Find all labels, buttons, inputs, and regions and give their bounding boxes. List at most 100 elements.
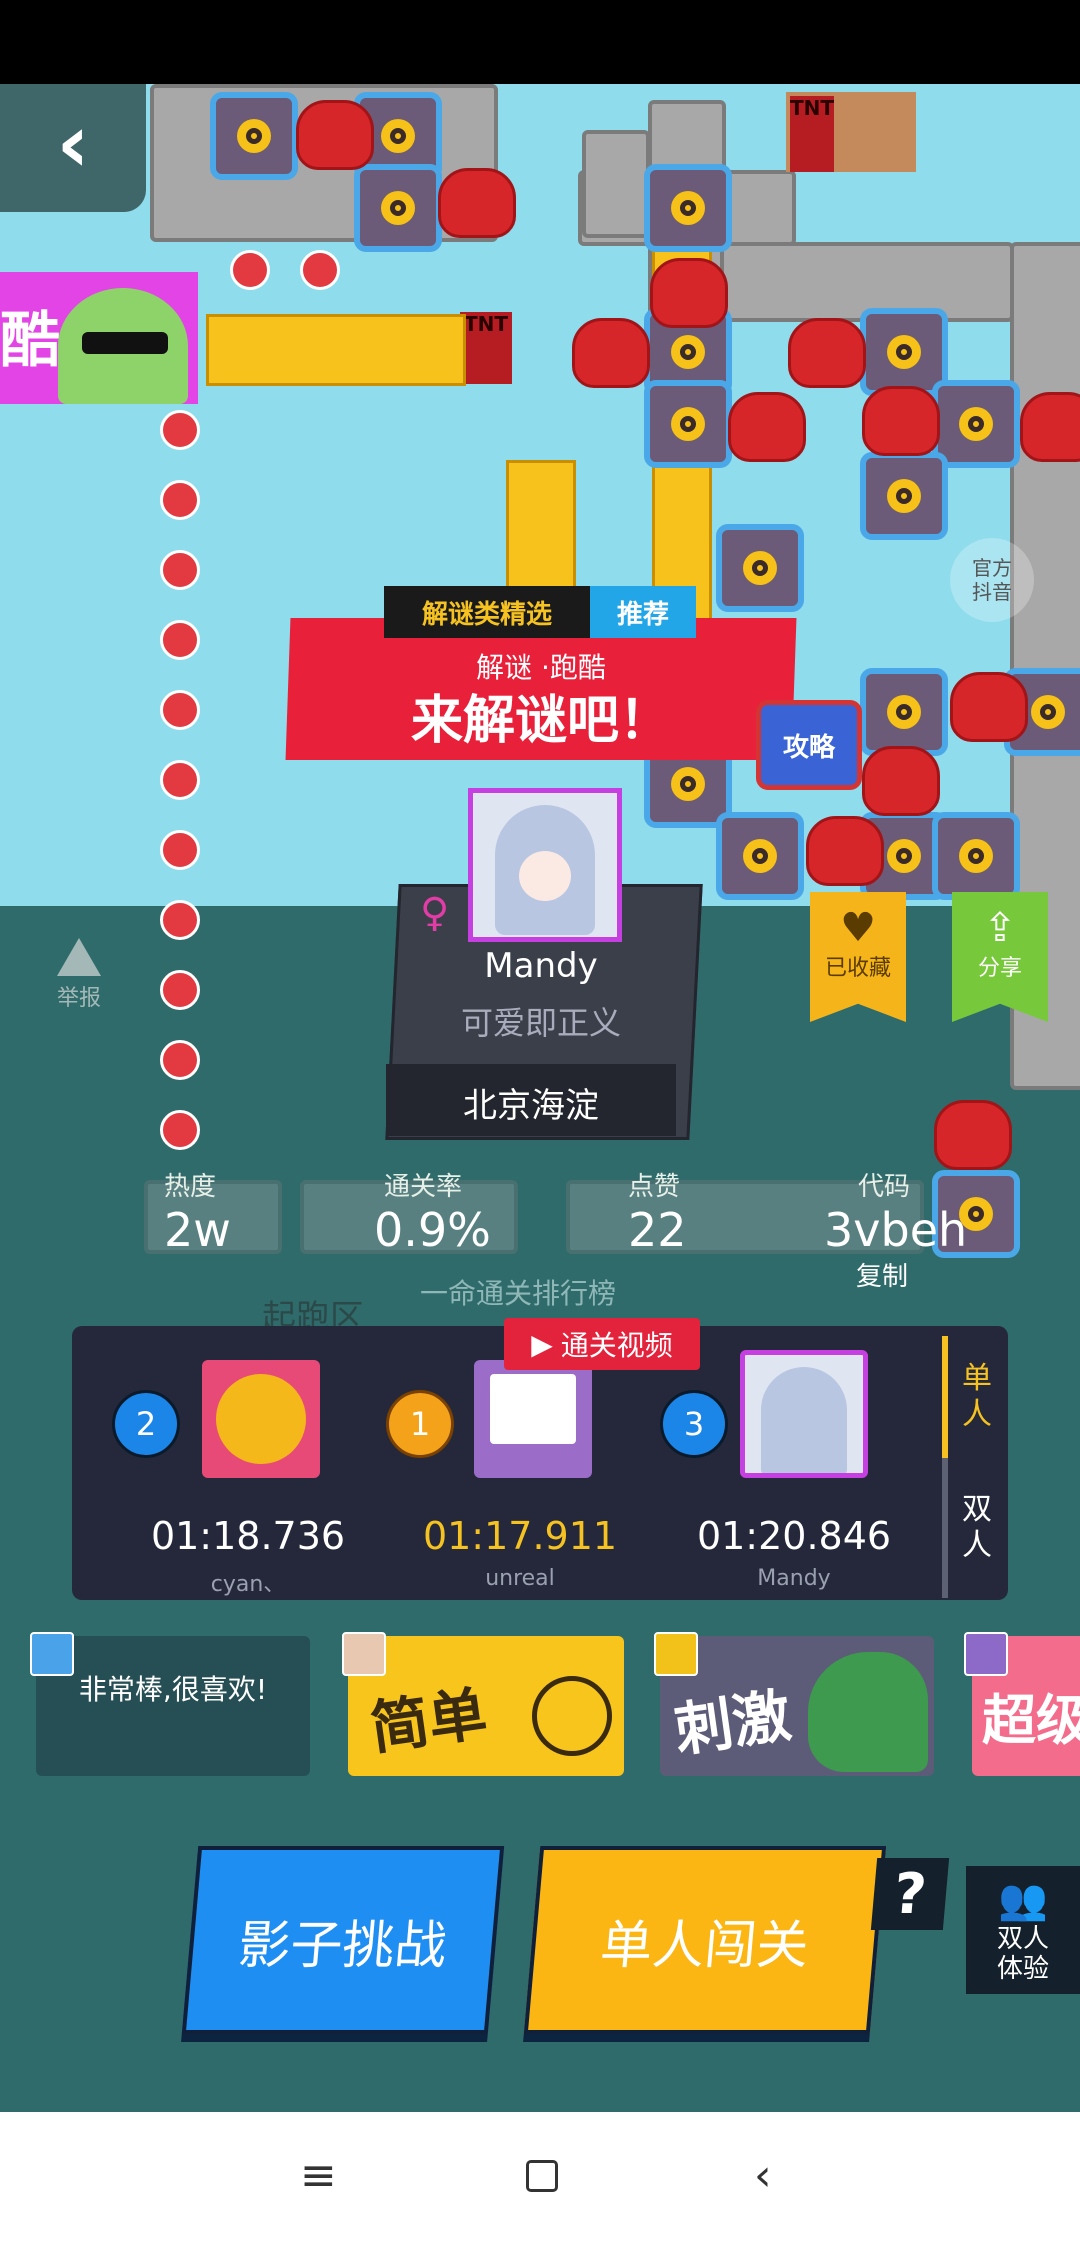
stat-likes: 点赞 22: [628, 1166, 687, 1257]
lock-block: [860, 452, 948, 540]
pass-video-label: 通关视频: [560, 1329, 673, 1362]
guide-label: 攻略: [782, 732, 835, 763]
stat-code: 代码 3vbeh: [824, 1166, 967, 1257]
dino-icon: [58, 288, 188, 404]
boxing-glove: [1020, 392, 1080, 462]
tab-single-player[interactable]: 单人: [942, 1336, 1006, 1458]
rank-badge-1: 1: [386, 1390, 454, 1458]
two-people-icon: 👥: [998, 1877, 1048, 1923]
leaderboard-avatar[interactable]: [740, 1350, 868, 1478]
dino-icon: [808, 1652, 928, 1772]
share-label: 分享: [977, 956, 1022, 981]
exciting-tag[interactable]: 刺激: [660, 1636, 934, 1776]
lock-block: [210, 92, 298, 180]
easy-label: 简单: [366, 1679, 491, 1763]
stat-heat-value: 2w: [164, 1203, 231, 1257]
stat-pass-rate: 通关率 0.9%: [374, 1166, 491, 1257]
duo-trial-button[interactable]: 👥 双人 体验: [966, 1866, 1080, 1994]
sunglasses-icon: [82, 332, 168, 354]
stat-likes-value: 22: [628, 1203, 687, 1257]
favorite-label: 已收藏: [824, 956, 891, 981]
rank-badge-2: 2: [112, 1390, 180, 1458]
comment-tag[interactable]: 非常棒,很喜欢!: [36, 1636, 310, 1776]
report-label: 举报: [56, 986, 101, 1011]
author-name: Mandy: [484, 946, 598, 986]
boxing-glove: [572, 318, 650, 388]
leaderboard-time: 01:17.911: [422, 1514, 618, 1558]
dino-promo-banner[interactable]: 酷: [0, 272, 198, 404]
stat-code-value: 3vbeh: [824, 1203, 968, 1257]
official-label-line1: 官方: [972, 556, 1012, 580]
duo-label-line1: 双人: [996, 1924, 1049, 1954]
tnt-barrel: TNT: [790, 96, 834, 172]
chevron-left-icon: ‹: [56, 97, 90, 190]
yellow-pipe: [206, 314, 466, 386]
tab-two-player[interactable]: 双人: [942, 1458, 1006, 1598]
sun-icon: [532, 1676, 612, 1756]
guide-button[interactable]: 攻略: [756, 700, 862, 790]
boxing-glove: [650, 258, 728, 328]
commenter-avatar: [30, 1632, 74, 1676]
heart-icon: ♥: [840, 905, 876, 951]
back-button[interactable]: ‹: [0, 84, 146, 212]
back-nav-icon[interactable]: ‹: [754, 2150, 772, 2201]
face-shape: [519, 851, 571, 901]
lock-block: [354, 164, 442, 252]
favorite-button[interactable]: ♥ 已收藏: [810, 892, 906, 1022]
video-camera-icon: ▶: [531, 1327, 553, 1361]
stat-pass-rate-value: 0.9%: [374, 1203, 491, 1257]
chick-icon: [216, 1374, 306, 1464]
skeleton-icon: [490, 1374, 576, 1444]
boxing-glove: [728, 392, 806, 462]
warning-icon: [57, 938, 101, 976]
shadow-challenge-button[interactable]: 影子挑战: [181, 1846, 505, 2034]
tagger-avatar: [654, 1632, 698, 1676]
yellow-pipe: [506, 460, 576, 606]
exciting-label: 刺激: [670, 1681, 795, 1765]
official-label-line2: 抖音: [972, 580, 1012, 604]
lock-block: [860, 668, 948, 756]
author-avatar[interactable]: [468, 788, 622, 942]
lock-block: [644, 380, 732, 468]
boxing-glove: [934, 1100, 1012, 1170]
category-tag: 解谜类精选: [384, 586, 590, 638]
comment-text: 非常棒,很喜欢!: [78, 1673, 268, 1706]
rank-badge-3: 3: [660, 1390, 728, 1458]
boxing-glove: [950, 672, 1028, 742]
menu-icon[interactable]: ≡: [300, 2150, 337, 2201]
tagger-avatar: [342, 1632, 386, 1676]
stat-heat-label: 热度: [164, 1172, 217, 1202]
boxing-glove: [862, 746, 940, 816]
leaderboard-time: 01:20.846: [696, 1514, 892, 1558]
author-motto: 可爱即正义: [460, 1004, 621, 1042]
status-bar: [0, 0, 1080, 84]
easy-tag[interactable]: 简单: [348, 1636, 624, 1776]
super-label: 超级: [982, 1689, 1080, 1752]
anime-girl-icon: [761, 1367, 847, 1473]
lock-block: [932, 812, 1020, 900]
stat-pass-rate-label: 通关率: [384, 1172, 463, 1202]
solo-play-button[interactable]: 单人闯关: [523, 1846, 887, 2034]
leaderboard-avatar[interactable]: [202, 1360, 320, 1478]
home-icon[interactable]: [526, 2160, 558, 2192]
promo-title: 来解谜吧！: [410, 691, 671, 751]
pass-video-button[interactable]: ▶ 通关视频: [504, 1318, 700, 1370]
banner-text: 酷: [0, 306, 60, 376]
female-icon: ♀: [420, 890, 450, 936]
lock-block: [716, 524, 804, 612]
copy-code-button[interactable]: 复制: [856, 1256, 908, 1293]
leaderboard-name: Mandy: [757, 1566, 831, 1591]
report-button[interactable]: 举报: [52, 938, 106, 1012]
official-douyin-button[interactable]: 官方 抖音: [950, 538, 1034, 622]
leaderboard-avatar[interactable]: [474, 1360, 592, 1478]
tnt-barrel: TNT: [460, 312, 512, 384]
leaderboard-name: unreal: [485, 1566, 555, 1591]
boxing-glove: [806, 816, 884, 886]
lock-block: [644, 164, 732, 252]
stone-block: [582, 130, 650, 238]
help-button[interactable]: ?: [870, 1858, 950, 1930]
stat-heat: 热度 2w: [164, 1166, 231, 1257]
leaderboard-name: cyan、: [210, 1572, 286, 1597]
boxing-glove: [788, 318, 866, 388]
share-button[interactable]: ⇪ 分享: [952, 892, 1048, 1022]
